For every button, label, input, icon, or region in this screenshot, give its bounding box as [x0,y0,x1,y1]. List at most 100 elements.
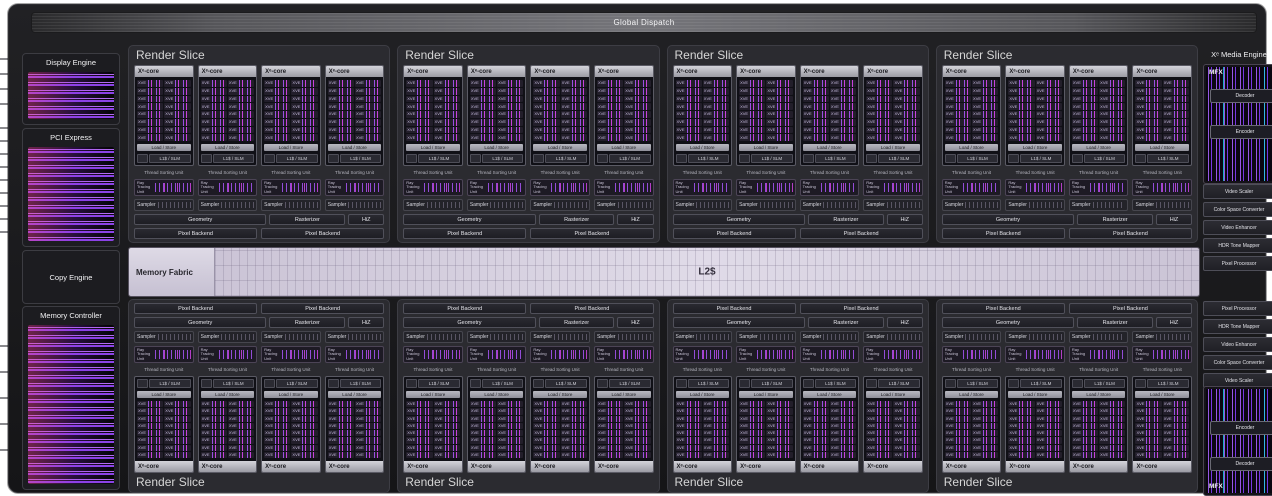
xve-label: XVE [406,402,415,406]
xve-label: XVE [739,409,748,413]
xve-label: XVE [803,438,812,442]
xve-stripe-pattern [364,430,381,436]
geometry-block: Geometry [134,214,266,225]
xve-label: XVE [597,424,606,428]
xve-cell: XVE [291,423,317,429]
xve-stripe-pattern [300,408,317,414]
xve-label: XVE [830,409,839,413]
xve-cell: XVE [264,80,290,87]
xve-stripe-pattern [237,401,254,407]
thread-sorting-unit: Thread Sorting Unit [736,169,796,176]
xve-cell: XVE [434,119,460,126]
xve-label: XVE [803,417,812,421]
xve-cell: XVE [328,423,354,429]
ray-tracing-unit: Ray Tracing Unit [134,346,194,363]
xve-cell: XVE [201,111,227,118]
xve-label: XVE [434,438,443,442]
xve-cell: XVE [406,88,432,95]
xve-label: XVE [406,453,415,457]
sampler: Sampler [530,331,590,343]
xve-cell: XVE [228,452,254,458]
render-slice: Render SliceXᵉ-coreXVEXVEXVEXVEXVEXVEXVE… [936,299,1198,493]
xve-cell: XVE [703,119,729,126]
xve-cell: XVE [945,111,971,118]
xve-stripe-pattern [173,88,190,95]
thread-sorting-unit: Thread Sorting Unit [1069,169,1129,176]
xve-label: XVE [1036,446,1045,450]
xve-stripe-pattern [606,445,623,451]
xve-stripe-pattern [146,111,163,118]
l1-left-cell [945,154,956,163]
xve-stripe-pattern [273,416,290,422]
xe-core-title: Xᵉ-core [531,66,589,77]
xve-label: XVE [137,402,146,406]
xve-stripe-pattern [364,423,381,429]
xve-cell: XVE [1036,401,1062,407]
load-store-bar: Load / Store [1135,391,1189,398]
xe-cores-row: Xᵉ-coreXVEXVEXVEXVEXVEXVEXVEXVEXVEXVEXVE… [942,65,1192,166]
xve-label: XVE [766,136,775,140]
xve-stripe-pattern [633,111,650,118]
xve-stripe-pattern [981,408,998,414]
xe-core-title: Xᵉ-core [1133,66,1191,77]
xve-cell: XVE [893,423,919,429]
sampler-label: Sampler [137,334,156,340]
xve-cell: XVE [1036,134,1062,141]
xve-label: XVE [228,402,237,406]
l1-slm-row: L1$ / SLM [866,154,920,163]
xve-cell: XVE [328,134,354,141]
xve-stripe-pattern [337,134,354,141]
load-store-bar: Load / Store [533,144,587,151]
xve-stripe-pattern [775,96,792,103]
xve-label: XVE [945,97,954,101]
xve-cell: XVE [766,134,792,141]
xve-stripe-pattern [273,423,290,429]
ray-tracing-row: Ray Tracing UnitRay Tracing UnitRay Trac… [673,346,923,363]
xve-stripe-pattern [748,430,765,436]
xve-cell: XVE [328,80,354,87]
xve-cell: XVE [830,127,856,134]
l1-slm-row: L1$ / SLM [866,379,920,388]
xve-grid: XVEXVEXVEXVEXVEXVEXVEXVEXVEXVEXVEXVEXVEX… [264,401,318,458]
xve-label: XVE [434,409,443,413]
xve-cell: XVE [676,408,702,414]
xve-label: XVE [739,438,748,442]
pixel-backend-block: Pixel Backend [673,228,796,239]
xve-stripe-pattern [839,111,856,118]
sampler-pattern [823,334,856,340]
xve-cell: XVE [1099,401,1125,407]
xve-stripe-pattern [902,452,919,458]
xve-stripe-pattern [1081,88,1098,95]
xe-cores-row: Xᵉ-coreXVEXVEXVEXVEXVEXVEXVEXVEXVEXVEXVE… [403,65,653,166]
xve-cell: XVE [676,88,702,95]
xve-cell: XVE [739,408,765,414]
xve-stripe-pattern [237,416,254,422]
display-engine-stripes [28,72,114,119]
xve-stripe-pattern [839,401,856,407]
render-slice-title: Render Slice [942,476,1192,489]
sampler-label: Sampler [676,334,695,340]
xe-core: Xᵉ-coreXVEXVEXVEXVEXVEXVEXVEXVEXVEXVEXVE… [198,376,258,473]
xve-grid: XVEXVEXVEXVEXVEXVEXVEXVEXVEXVEXVEXVEXVEX… [406,401,460,458]
xve-label: XVE [1163,402,1172,406]
xve-label: XVE [533,120,542,124]
xve-cell: XVE [201,423,227,429]
xve-label: XVE [434,402,443,406]
l1-slm-bar: L1$ / SLM [1020,379,1062,388]
xve-cell: XVE [866,134,892,141]
ray-tracing-unit: Ray Tracing Unit [530,346,590,363]
sampler: Sampler [530,199,590,211]
pixel-backend-block: Pixel Backend [261,303,384,314]
sampler-pattern [427,334,460,340]
xve-stripe-pattern [364,401,381,407]
xve-cell: XVE [1099,445,1125,451]
xve-cell: XVE [624,80,650,87]
xve-label: XVE [228,89,237,93]
xve-label: XVE [1072,128,1081,132]
xve-label: XVE [264,105,273,109]
xve-label: XVE [328,438,337,442]
l1-slm-row: L1$ / SLM [1072,379,1126,388]
xve-stripe-pattern [479,96,496,103]
xve-stripe-pattern [633,127,650,134]
xve-cell: XVE [497,88,523,95]
